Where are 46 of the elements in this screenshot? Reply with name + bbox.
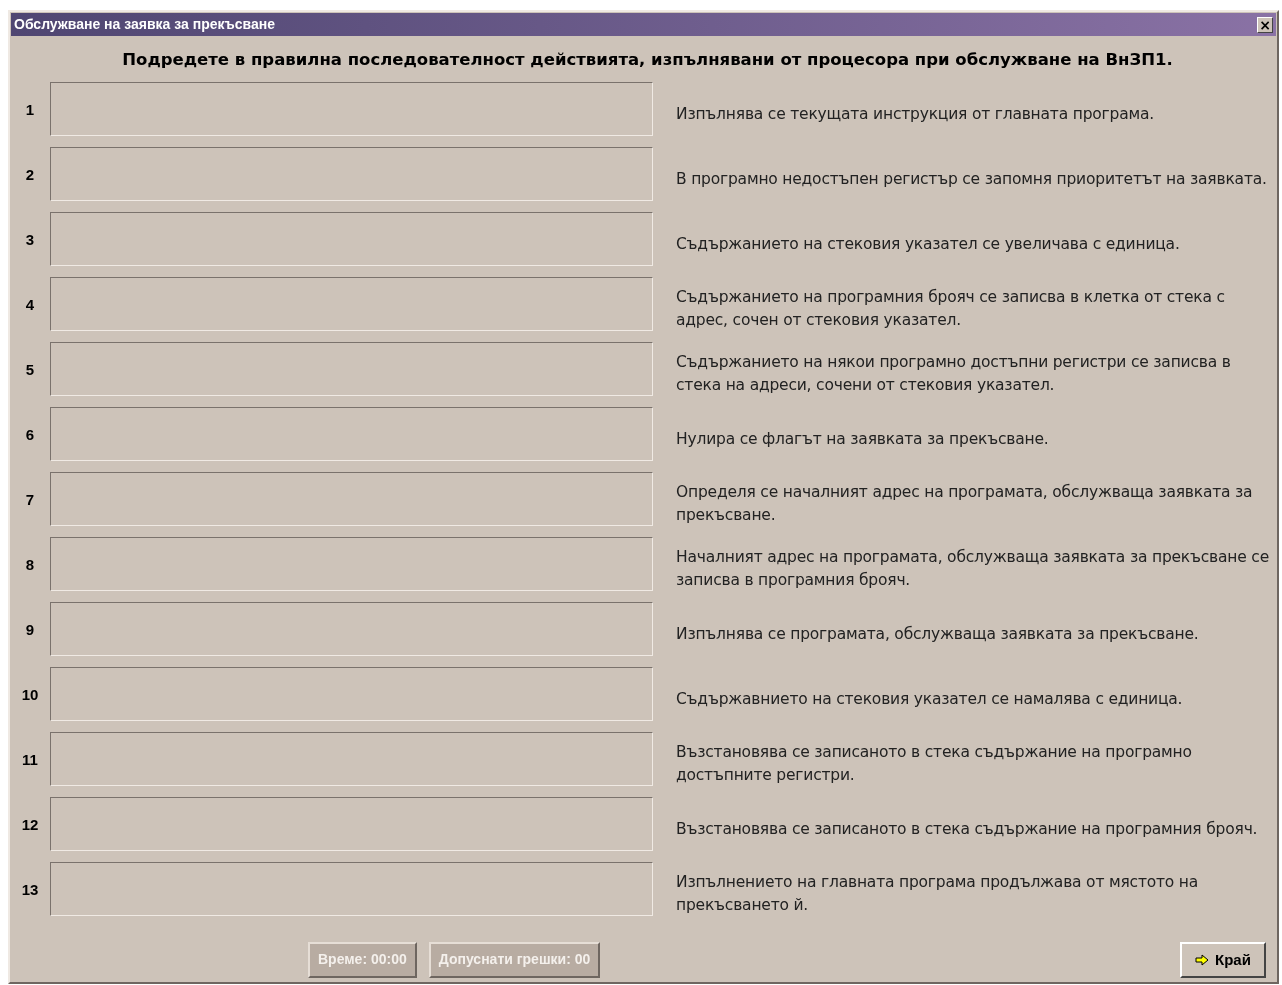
slot-number: 5 [24, 359, 36, 380]
window-title: Обслужване на заявка за прекъсване [14, 15, 275, 34]
slot-number: 10 [20, 684, 40, 705]
drop-slot[interactable] [50, 536, 653, 591]
drop-slot[interactable] [50, 211, 653, 266]
finish-button[interactable]: Край [1180, 941, 1266, 978]
action-text[interactable]: Изпълнението на главната програма продължава от мястото на прекъсването й. [676, 871, 1276, 918]
drop-slot[interactable] [50, 471, 653, 526]
drop-slot[interactable] [50, 796, 653, 851]
slot-number: 6 [24, 424, 36, 445]
drop-slot[interactable] [50, 276, 653, 331]
action-text[interactable]: Възстановява се записаното в стека съдържание на програмния брояч. [676, 817, 1258, 841]
slot-number: 2 [24, 164, 36, 185]
action-text[interactable]: Възстановява се записаното в стека съдържание на програмно достъпните регистри. [676, 741, 1276, 788]
action-text[interactable]: Съдържавнието на стековия указател се намалява с единица. [676, 687, 1183, 711]
action-text[interactable]: Определя се началният адрес на програмата, обслужваща заявката за прекъсване. [676, 481, 1276, 528]
close-button[interactable]: × [1257, 16, 1273, 33]
slot-number: 4 [24, 294, 36, 315]
action-text[interactable]: В програмно недостъпен регистър се запомня приоритетът на заявката. [676, 167, 1267, 191]
action-text[interactable]: Съдържанието на програмния брояч се записва в клетка от стека с адрес, сочен от стековия указател. [676, 286, 1276, 333]
instruction-text: Подредете в правилна последователност действията, изпълнявани от процесора при обслужване на ВнЗП1. [121, 49, 1174, 71]
slot-number: 8 [24, 554, 36, 575]
drop-slot[interactable] [50, 731, 653, 786]
slot-number: 3 [24, 229, 36, 250]
drop-slot[interactable] [50, 81, 653, 136]
action-text[interactable]: Съдържанието на някои програмно достъпни регистри се записва в стека на адреси, сочени от стековия указател. [676, 351, 1276, 398]
drop-slot[interactable] [50, 666, 653, 721]
slot-number: 12 [20, 814, 40, 835]
drop-slot[interactable] [50, 146, 653, 201]
action-text[interactable]: Изпълнява се програмата, обслужваща заявката за прекъсване. [676, 622, 1199, 646]
slot-number: 9 [24, 619, 36, 640]
action-text[interactable]: Началният адрес на програмата, обслужваща заявката за прекъсване се записва в програмния брояч. [676, 546, 1276, 593]
slot-number: 7 [24, 489, 36, 510]
slot-number: 11 [21, 749, 39, 770]
action-text[interactable]: Нулира се флагът на заявката за прекъсване. [676, 427, 1049, 451]
drop-slot[interactable] [50, 861, 653, 916]
error-counter: Допуснати грешки: 00 [428, 941, 601, 978]
slot-number: 1 [24, 99, 36, 120]
drop-slot[interactable] [50, 601, 653, 656]
drop-slot[interactable] [50, 406, 653, 461]
drop-slot[interactable] [50, 341, 653, 396]
action-text[interactable]: Съдържанието на стековия указател се увеличава с единица. [676, 232, 1180, 256]
slot-number: 13 [20, 879, 40, 900]
action-text[interactable]: Изпълнява се текущата инструкция от главната програма. [676, 102, 1154, 126]
timer-display: Време: 00:00 [308, 941, 417, 978]
arrow-icon [1195, 953, 1210, 966]
